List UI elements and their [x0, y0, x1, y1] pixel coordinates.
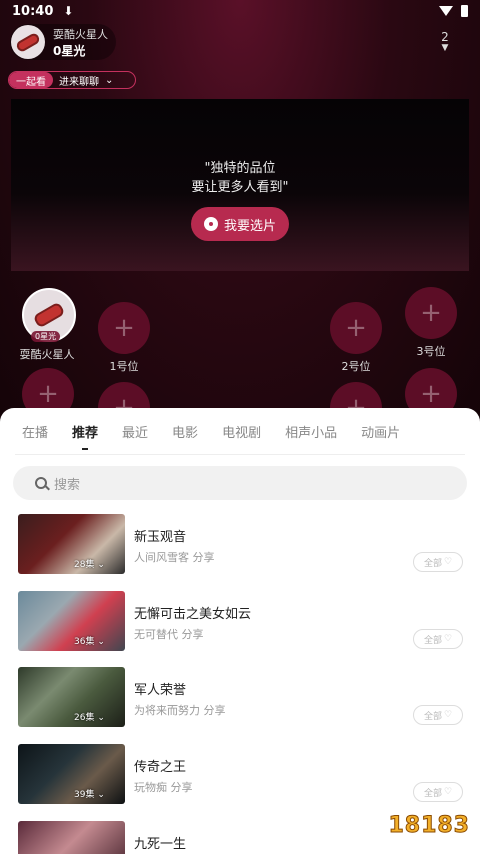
tab-movies[interactable]: 电影	[172, 422, 198, 441]
online-count[interactable]: 2 ▼	[430, 30, 460, 56]
list-item[interactable]: 39集 ⌄ 传奇之王 玩物痴 分享 全部 ♡	[18, 744, 468, 804]
status-time: 10:40	[12, 3, 54, 19]
search-input[interactable]: 搜索	[13, 466, 467, 500]
heart-icon: ♡	[443, 634, 453, 644]
status-bar: 10:40 ⬇	[0, 0, 480, 22]
video-sharer: 为将来而努力 分享	[134, 704, 226, 717]
together-bar[interactable]: 一起看 进来聊聊 ⌄	[8, 71, 136, 89]
avatar[interactable]	[11, 25, 45, 59]
video-title: 传奇之王	[134, 760, 187, 775]
all-episodes-button[interactable]: 全部 ♡	[413, 705, 463, 725]
video-player[interactable]: "独特的品位 要让更多人看到" 我要选片	[11, 99, 469, 271]
video-thumbnail[interactable]: 39集 ⌄	[18, 744, 125, 804]
pick-movie-button[interactable]: 我要选片	[191, 207, 289, 241]
chat-entry-label: 进来聊聊	[59, 76, 99, 88]
tab-recommended[interactable]: 推荐	[72, 422, 98, 450]
slogan-line-2: 要让更多人看到"	[191, 180, 289, 195]
search-placeholder: 搜索	[54, 477, 81, 493]
all-episodes-button[interactable]: 全部 ♡	[413, 782, 463, 802]
seat-2[interactable]: + 2号位	[330, 302, 382, 374]
episode-count: 36集 ⌄	[74, 637, 105, 647]
video-sharer: 人间风雪客 分享	[134, 551, 215, 564]
video-title: 新玉观音	[134, 530, 187, 545]
episode-count: 28集 ⌄	[74, 560, 105, 570]
plus-icon: +	[405, 287, 457, 339]
video-title: 军人荣誉	[134, 683, 187, 698]
heart-icon: ♡	[443, 557, 453, 567]
seat-host[interactable]: 0星光 耍酷火星人	[20, 288, 76, 362]
heart-icon: ♡	[443, 710, 453, 720]
seat-2-label: 2号位	[341, 360, 371, 373]
video-thumbnail[interactable]: 26集 ⌄	[18, 667, 125, 727]
host-info[interactable]: 耍酷火星人 0星光	[10, 24, 116, 60]
seat-stars: 0星光	[31, 331, 61, 342]
video-sharer: 无可替代 分享	[134, 628, 204, 641]
all-episodes-button[interactable]: 全部 ♡	[413, 629, 463, 649]
seat-host-name: 耍酷火星人	[19, 348, 75, 361]
slogan-line-1: "独特的品位	[204, 161, 276, 176]
search-icon	[35, 477, 47, 489]
together-tag: 一起看	[9, 72, 53, 88]
movie-picker-sheet: 在播 推荐 最近 电影 电视剧 相声小品 动画片 搜索 28集 ⌄ 新玉观音 人…	[0, 408, 480, 854]
seat-1-label: 1号位	[109, 360, 139, 373]
list-item[interactable]: 36集 ⌄ 无懈可击之美女如云 无可替代 分享 全部 ♡	[18, 591, 468, 651]
download-icon: ⬇	[63, 4, 74, 18]
video-title: 九死一生	[134, 837, 187, 852]
tab-playing[interactable]: 在播	[22, 422, 48, 441]
chevron-down-icon: ▼	[441, 43, 449, 53]
episode-count: 26集 ⌄	[74, 713, 105, 723]
tab-animation[interactable]: 动画片	[361, 422, 400, 441]
episode-count: 39集 ⌄	[74, 790, 105, 800]
host-stars: 0星光	[53, 43, 86, 58]
chat-entry[interactable]: 进来聊聊 ⌄	[53, 73, 119, 88]
video-title: 无懈可击之美女如云	[134, 607, 252, 622]
list-item[interactable]: 28集 ⌄ 新玉观音 人间风雪客 分享 全部 ♡	[18, 514, 468, 574]
category-tabs: 在播 推荐 最近 电影 电视剧 相声小品 动画片	[0, 408, 480, 454]
online-count-number: 2	[441, 30, 449, 44]
site-watermark-logo: 18183	[388, 813, 470, 839]
seat-1[interactable]: + 1号位	[98, 302, 150, 374]
tab-comedy[interactable]: 相声小品	[285, 422, 337, 441]
video-sharer: 玩物痴 分享	[134, 781, 193, 794]
film-reel-icon	[203, 217, 218, 231]
list-item[interactable]: 26集 ⌄ 军人荣誉 为将来而努力 分享 全部 ♡	[18, 667, 468, 727]
all-episodes-button[interactable]: 全部 ♡	[413, 552, 463, 572]
chevron-down-icon: ⌄	[105, 74, 114, 86]
all-label: 全部	[423, 711, 442, 722]
plus-icon: +	[98, 302, 150, 354]
avatar: 0星光	[22, 288, 76, 342]
host-name: 耍酷火星人	[53, 27, 108, 41]
battery-icon	[461, 5, 468, 17]
video-thumbnail[interactable]: 28集 ⌄	[18, 514, 125, 574]
video-thumbnail[interactable]: 36集 ⌄	[18, 591, 125, 651]
seat-3[interactable]: + 3号位	[405, 287, 457, 359]
pick-movie-label: 我要选片	[223, 218, 276, 234]
divider	[15, 454, 465, 455]
wifi-icon	[439, 6, 453, 16]
tab-tv[interactable]: 电视剧	[222, 422, 261, 441]
tab-recent[interactable]: 最近	[122, 422, 148, 441]
slogan: "独特的品位 要让更多人看到"	[192, 159, 289, 197]
all-label: 全部	[423, 558, 442, 569]
sausage-icon	[32, 301, 66, 329]
all-label: 全部	[423, 635, 442, 646]
plus-icon: +	[330, 302, 382, 354]
heart-icon: ♡	[443, 787, 453, 797]
video-thumbnail[interactable]	[18, 821, 125, 854]
all-label: 全部	[423, 788, 442, 799]
seat-3-label: 3号位	[416, 345, 446, 358]
sausage-icon	[14, 31, 42, 53]
